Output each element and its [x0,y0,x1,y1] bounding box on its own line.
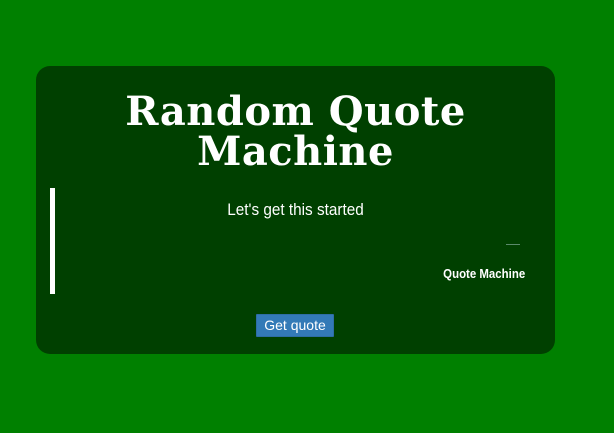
quote-author: Quote Machine [442,266,525,281]
title-line-2: Machine [197,128,394,175]
quote-text: Let's get this started [227,200,364,219]
quote-blockquote: Let's get this started Quote Machine [50,188,525,294]
author-dash [506,244,520,245]
get-quote-button[interactable]: Get quote [256,314,334,337]
page-title: Random Quote Machine [36,92,555,172]
quote-card: Random Quote Machine Let's get this star… [36,66,555,354]
